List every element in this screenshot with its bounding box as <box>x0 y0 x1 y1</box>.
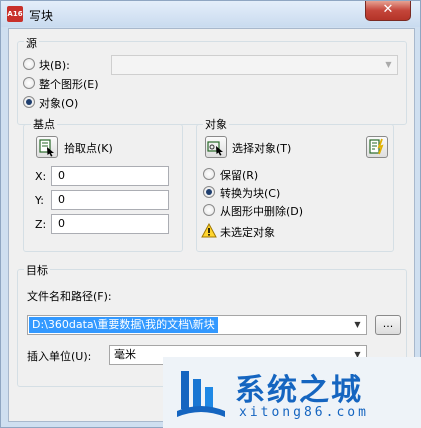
chevron-down-icon: ▼ <box>354 320 361 329</box>
radio-block[interactable] <box>23 58 35 70</box>
z-label: Z: <box>35 218 47 231</box>
select-objects-button[interactable] <box>205 136 227 158</box>
file-path-combo[interactable]: D:\360data\重要数据\我的文档\新块 ▼ <box>27 315 367 335</box>
file-path-label: 文件名和路径(F): <box>27 290 112 303</box>
close-button[interactable]: ✕ <box>365 1 411 21</box>
z-coordinate-input[interactable]: 0 <box>51 214 169 234</box>
destination-heading: 目标 <box>24 262 50 278</box>
pick-point-label: 拾取点(K) <box>64 142 113 155</box>
file-path-value: D:\360data\重要数据\我的文档\新块 <box>29 317 218 333</box>
y-coordinate-input[interactable]: 0 <box>51 190 169 210</box>
x-label: X: <box>35 170 47 183</box>
radio-objects[interactable] <box>23 96 35 108</box>
radio-delete-from-drawing[interactable] <box>203 204 215 216</box>
radio-convert-to-block[interactable] <box>203 186 215 198</box>
insert-units-value: 毫米 <box>114 348 136 361</box>
warning-icon <box>201 223 217 238</box>
source-heading: 源 <box>24 35 39 51</box>
radio-delete-from-drawing-label: 从图形中删除(D) <box>220 205 304 218</box>
block-name-combo[interactable]: ▼ <box>111 55 398 75</box>
chevron-down-icon: ▼ <box>385 60 392 69</box>
base-point-heading: 基点 <box>31 116 57 132</box>
select-objects-label: 选择对象(T) <box>232 142 292 155</box>
dialog-title: 写块 <box>29 9 54 23</box>
pick-point-icon <box>39 139 54 157</box>
radio-convert-to-block-label: 转换为块(C) <box>220 187 281 200</box>
watermark-site: xitong86.com <box>239 405 369 420</box>
watermark-logo <box>177 371 225 417</box>
write-block-dialog: A16 写块 ✕ 源 块(B): ▼ 整个图形(E) 对象(O) 基点 拾取点(… <box>0 0 421 428</box>
site-watermark: 系统之城 xitong86.com <box>163 357 421 428</box>
radio-retain[interactable] <box>203 168 215 180</box>
insert-units-label: 插入单位(U): <box>27 350 92 363</box>
pick-point-button[interactable] <box>36 136 58 158</box>
select-objects-icon <box>207 141 223 156</box>
quick-select-button[interactable] <box>366 136 388 158</box>
x-coordinate-input[interactable]: 0 <box>51 166 169 186</box>
radio-objects-label: 对象(O) <box>39 97 79 110</box>
radio-entire-drawing[interactable] <box>23 77 35 89</box>
quick-select-icon <box>369 138 384 155</box>
browse-button[interactable]: ... <box>375 315 401 335</box>
radio-retain-label: 保留(R) <box>220 169 259 182</box>
y-label: Y: <box>35 194 44 207</box>
autocad-app-icon: A16 <box>7 6 23 22</box>
watermark-brand: 系统之城 <box>235 373 363 408</box>
no-objects-selected-text: 未选定对象 <box>220 226 275 239</box>
radio-block-label: 块(B): <box>39 59 70 72</box>
objects-heading: 对象 <box>203 116 229 132</box>
radio-entire-drawing-label: 整个图形(E) <box>39 78 99 91</box>
title-bar[interactable]: A16 写块 ✕ <box>1 1 420 27</box>
